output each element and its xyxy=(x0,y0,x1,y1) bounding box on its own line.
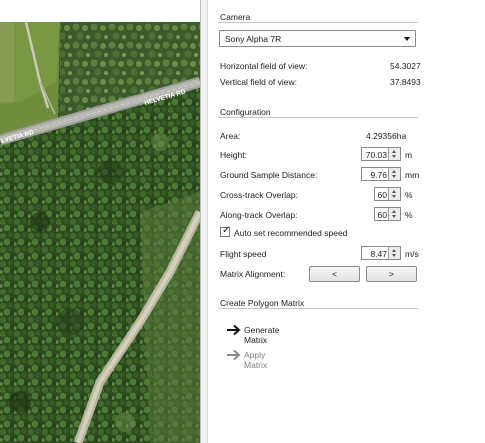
along-overlap-unit: % xyxy=(405,210,413,220)
right-gutter xyxy=(422,0,485,443)
spin-up-icon[interactable] xyxy=(392,248,396,252)
spin-down-icon[interactable] xyxy=(392,254,396,257)
speed-spin-buttons[interactable] xyxy=(388,247,400,259)
map-imagery: HELVETIA RD LVETIA RD xyxy=(0,22,200,443)
cross-overlap-label: Cross-track Overlap: xyxy=(220,190,298,200)
along-overlap-label: Along-track Overlap: xyxy=(220,210,298,220)
flight-speed-unit: m/s xyxy=(405,249,419,259)
arrow-right-icon xyxy=(227,349,241,361)
hfov-label: Horizontal field of view: xyxy=(220,61,308,71)
configuration-section-title: Configuration xyxy=(220,107,271,117)
along-spin-buttons[interactable] xyxy=(388,208,400,220)
apply-matrix-label: Apply Matrix xyxy=(244,350,268,370)
height-value: 70.03 xyxy=(365,150,387,160)
chevron-down-icon xyxy=(404,37,410,41)
arrow-right-icon xyxy=(227,324,241,336)
spin-up-icon[interactable] xyxy=(392,169,396,173)
settings-panel: Camera Sony Alpha 7R Horizontal field of… xyxy=(208,0,422,443)
cross-overlap-unit: % xyxy=(405,190,413,200)
along-overlap-spinbox[interactable]: 60 xyxy=(374,207,401,221)
polygon-section-title: Create Polygon Matrix xyxy=(220,298,305,308)
camera-section-title: Camera xyxy=(220,12,251,22)
along-overlap-value: 60 xyxy=(377,210,387,220)
polygon-section-divider xyxy=(218,308,418,309)
spin-up-icon[interactable] xyxy=(392,209,396,213)
vfov-label: Vertical field of view: xyxy=(220,77,298,87)
matrix-alignment-label: Matrix Alignment: xyxy=(220,269,286,279)
gsd-value: 9.76 xyxy=(370,170,387,180)
height-label: Height: xyxy=(220,150,247,160)
gsd-label: Ground Sample Distance: xyxy=(220,170,318,180)
spin-up-icon[interactable] xyxy=(392,149,396,153)
spin-down-icon[interactable] xyxy=(392,215,396,218)
flight-speed-spinbox[interactable]: 8.47 xyxy=(361,246,401,260)
flight-speed-value: 8.47 xyxy=(370,249,387,259)
hfov-value: 54.3027 xyxy=(390,61,421,71)
camera-section-divider xyxy=(218,22,418,23)
gsd-unit: mm xyxy=(405,170,420,180)
auto-speed-label[interactable]: Auto set recommended speed xyxy=(234,228,347,238)
cross-overlap-spinbox[interactable]: 60 xyxy=(374,187,401,201)
panel-splitter[interactable] xyxy=(200,0,208,443)
cross-overlap-value: 60 xyxy=(377,190,387,200)
camera-select-value: Sony Alpha 7R xyxy=(225,34,282,44)
checkmark-icon: ✓ xyxy=(222,225,231,236)
height-spin-buttons[interactable] xyxy=(388,148,400,160)
height-unit: m xyxy=(405,150,413,160)
height-spinbox[interactable]: 70.03 xyxy=(361,147,401,161)
map-top-strip xyxy=(0,0,200,22)
spin-up-icon[interactable] xyxy=(392,189,396,193)
area-label: Area: xyxy=(220,131,241,141)
spin-down-icon[interactable] xyxy=(392,175,396,178)
configuration-section-divider xyxy=(218,117,418,118)
generate-matrix-label: Generate Matrix xyxy=(244,325,280,345)
flight-speed-label: Flight speed xyxy=(220,249,267,259)
camera-select[interactable]: Sony Alpha 7R xyxy=(219,30,416,47)
spin-down-icon[interactable] xyxy=(392,155,396,158)
gsd-spinbox[interactable]: 9.76 xyxy=(361,167,401,181)
auto-speed-checkbox[interactable]: ✓ xyxy=(220,225,231,237)
area-value: 4.29356ha xyxy=(366,131,407,141)
cross-spin-buttons[interactable] xyxy=(388,188,400,200)
vfov-value: 37.8493 xyxy=(390,77,421,87)
spin-down-icon[interactable] xyxy=(392,195,396,198)
gsd-spin-buttons[interactable] xyxy=(388,168,400,180)
align-left-button[interactable]: < xyxy=(309,266,360,282)
aerial-map[interactable]: HELVETIA RD LVETIA RD xyxy=(0,22,200,443)
align-right-button[interactable]: > xyxy=(366,266,417,282)
